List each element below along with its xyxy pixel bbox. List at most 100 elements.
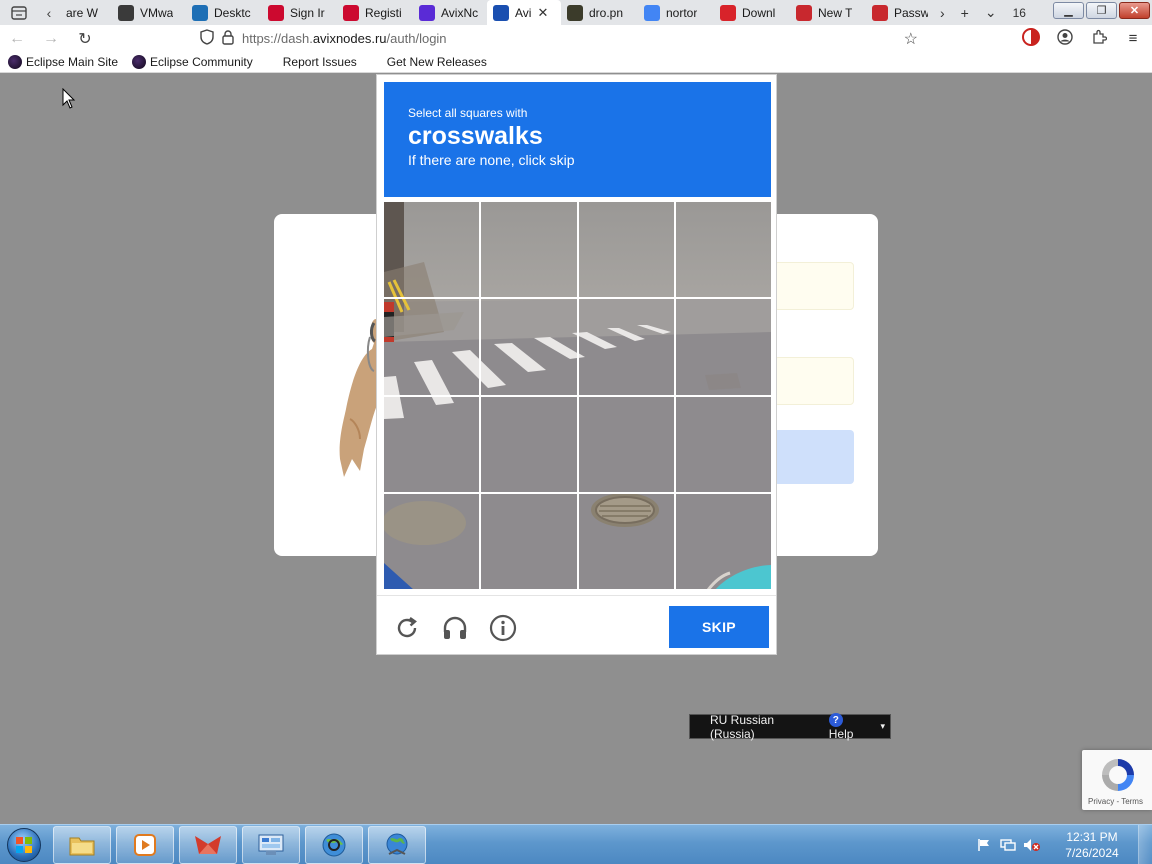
taskbar-network-icon[interactable] <box>305 825 363 864</box>
language-help[interactable]: ?Help <box>828 712 869 741</box>
avix-icon <box>419 4 435 21</box>
scroll-tabs-right-icon[interactable]: › <box>940 5 945 21</box>
taskbar-explorer-icon[interactable] <box>53 825 111 864</box>
close-tab-icon[interactable]: ✕ <box>537 5 548 21</box>
input-language[interactable]: RU Russian (Russia) <box>710 713 817 741</box>
taskbar-globe-icon[interactable] <box>368 825 426 864</box>
extensions-puzzle-icon[interactable] <box>1090 29 1108 49</box>
browser-tab[interactable]: Sign Ir <box>262 0 337 25</box>
tab-label: VMwa <box>140 5 174 20</box>
tab-count: 16 <box>1012 5 1026 20</box>
tab-label: Passw <box>894 5 928 20</box>
close-window-button[interactable]: ✕ <box>1119 2 1150 19</box>
scroll-tabs-left-icon[interactable]: ‹ <box>38 0 60 25</box>
tracking-shield-icon[interactable] <box>200 29 214 48</box>
minimize-button[interactable]: ▁ <box>1053 2 1084 19</box>
tab-overflow-chevron-icon[interactable]: ⌄ <box>985 4 997 21</box>
captcha-tile[interactable] <box>481 299 577 395</box>
browser-tab[interactable]: Desktc <box>186 0 262 25</box>
address-bar[interactable]: https://dash.avixnodes.ru/auth/login ☆ <box>196 27 928 50</box>
reload-icon[interactable]: ↻ <box>68 25 102 52</box>
captcha-tile[interactable] <box>384 299 480 395</box>
recaptcha-logo-icon <box>1102 759 1134 791</box>
password-field[interactable] <box>774 357 854 405</box>
action-center-flag-icon[interactable] <box>972 825 996 864</box>
captcha-tile[interactable] <box>481 202 577 298</box>
captcha-tile[interactable] <box>578 493 674 589</box>
new-tab-icon[interactable]: + <box>961 5 969 21</box>
tab-label: nortor <box>666 5 698 20</box>
captcha-tile[interactable] <box>675 396 771 492</box>
taskbar: 12:31 PM 7/26/2024 <box>0 824 1152 864</box>
volume-muted-icon[interactable] <box>1020 825 1044 864</box>
bookmark-item[interactable]: Report Issues <box>283 55 357 69</box>
audio-challenge-icon[interactable] <box>441 614 469 642</box>
browser-tab[interactable]: Passw <box>866 0 934 25</box>
browser-tab[interactable]: New T <box>790 0 866 25</box>
tab-label: are W <box>66 5 99 20</box>
system-clock[interactable]: 12:31 PM 7/26/2024 <box>1052 829 1132 861</box>
browser-tab[interactable]: Downl <box>714 0 790 25</box>
restore-button[interactable]: ❐ <box>1086 2 1117 19</box>
language-bar[interactable]: RU Russian (Russia) ?Help ▾ <box>689 712 891 741</box>
captcha-tile[interactable] <box>384 202 480 298</box>
langbar-options-icon[interactable]: ▾ <box>880 721 885 732</box>
clock-date: 7/26/2024 <box>1065 846 1119 860</box>
recaptcha-badge[interactable]: Privacy - Terms <box>1082 750 1152 810</box>
account-icon[interactable] <box>1056 28 1074 49</box>
taskbar-control-panel-icon[interactable] <box>242 825 300 864</box>
menu-hamburger-icon[interactable]: ≡ <box>1124 30 1142 47</box>
info-icon[interactable] <box>489 614 517 642</box>
broadcom-icon <box>268 4 284 21</box>
captcha-tile[interactable] <box>675 299 771 395</box>
captcha-tile[interactable] <box>481 493 577 589</box>
login-button[interactable] <box>774 430 854 484</box>
tab-label: dro.pn <box>589 5 624 20</box>
captcha-tile[interactable] <box>675 202 771 298</box>
captcha-tile[interactable] <box>384 493 480 589</box>
captcha-keyword: crosswalks <box>408 122 543 150</box>
browser-tab[interactable]: dro.pn <box>561 0 638 25</box>
browser-tab[interactable]: VMwa <box>112 0 186 25</box>
browser-tab[interactable]: AvixNc <box>413 0 487 25</box>
bookmark-item[interactable]: Eclipse Main Site <box>8 55 118 69</box>
show-desktop-button[interactable] <box>1138 825 1152 864</box>
reload-challenge-icon[interactable] <box>393 614 421 642</box>
bookmark-label: Report Issues <box>282 55 357 69</box>
tab-label: Avi <box>515 5 532 20</box>
captcha-tile[interactable] <box>675 493 771 589</box>
skip-button[interactable]: SKIP <box>669 606 769 648</box>
network-tray-icon[interactable] <box>996 825 1020 864</box>
tab-list-icon[interactable] <box>0 0 38 25</box>
bookmark-star-icon[interactable]: ☆ <box>904 29 918 49</box>
browser-tab[interactable]: Registi <box>337 0 413 25</box>
recaptcha-terms[interactable]: Privacy - Terms <box>1088 797 1143 806</box>
browser-tab[interactable]: Avi ✕ <box>487 0 561 25</box>
forward-icon[interactable]: → <box>34 25 68 52</box>
taskbar-firefox-icon[interactable] <box>179 825 237 864</box>
taskbar-media-player-icon[interactable] <box>116 825 174 864</box>
bookmark-item[interactable]: Eclipse Community <box>132 55 253 69</box>
captcha-footer: SKIP <box>377 595 776 655</box>
extension-red-icon[interactable] <box>1022 27 1040 50</box>
back-icon[interactable]: ← <box>0 25 34 52</box>
captcha-tile[interactable] <box>481 396 577 492</box>
browser-tab[interactable]: are W <box>60 0 112 25</box>
bookmark-item[interactable]: Get New Releases <box>387 55 487 69</box>
eclipse-icon <box>8 55 22 69</box>
browser-tab[interactable]: nortor <box>638 0 714 25</box>
captcha-tile[interactable] <box>578 299 674 395</box>
eclipse-icon <box>132 55 147 69</box>
bookmark-label: Eclipse Community <box>150 55 253 69</box>
captcha-tile[interactable] <box>578 396 674 492</box>
captcha-tile[interactable] <box>384 396 480 492</box>
start-button[interactable] <box>0 825 48 864</box>
tab-label: Downl <box>742 5 776 20</box>
captcha-tile[interactable] <box>578 202 674 298</box>
lock-icon[interactable] <box>222 29 234 48</box>
avix-active-icon <box>493 4 509 21</box>
system-tray: 12:31 PM 7/26/2024 <box>972 825 1152 864</box>
username-field[interactable] <box>774 262 854 310</box>
tab-label: Desktc <box>214 5 251 20</box>
captcha-header: Select all squares with crosswalks If th… <box>384 82 771 197</box>
